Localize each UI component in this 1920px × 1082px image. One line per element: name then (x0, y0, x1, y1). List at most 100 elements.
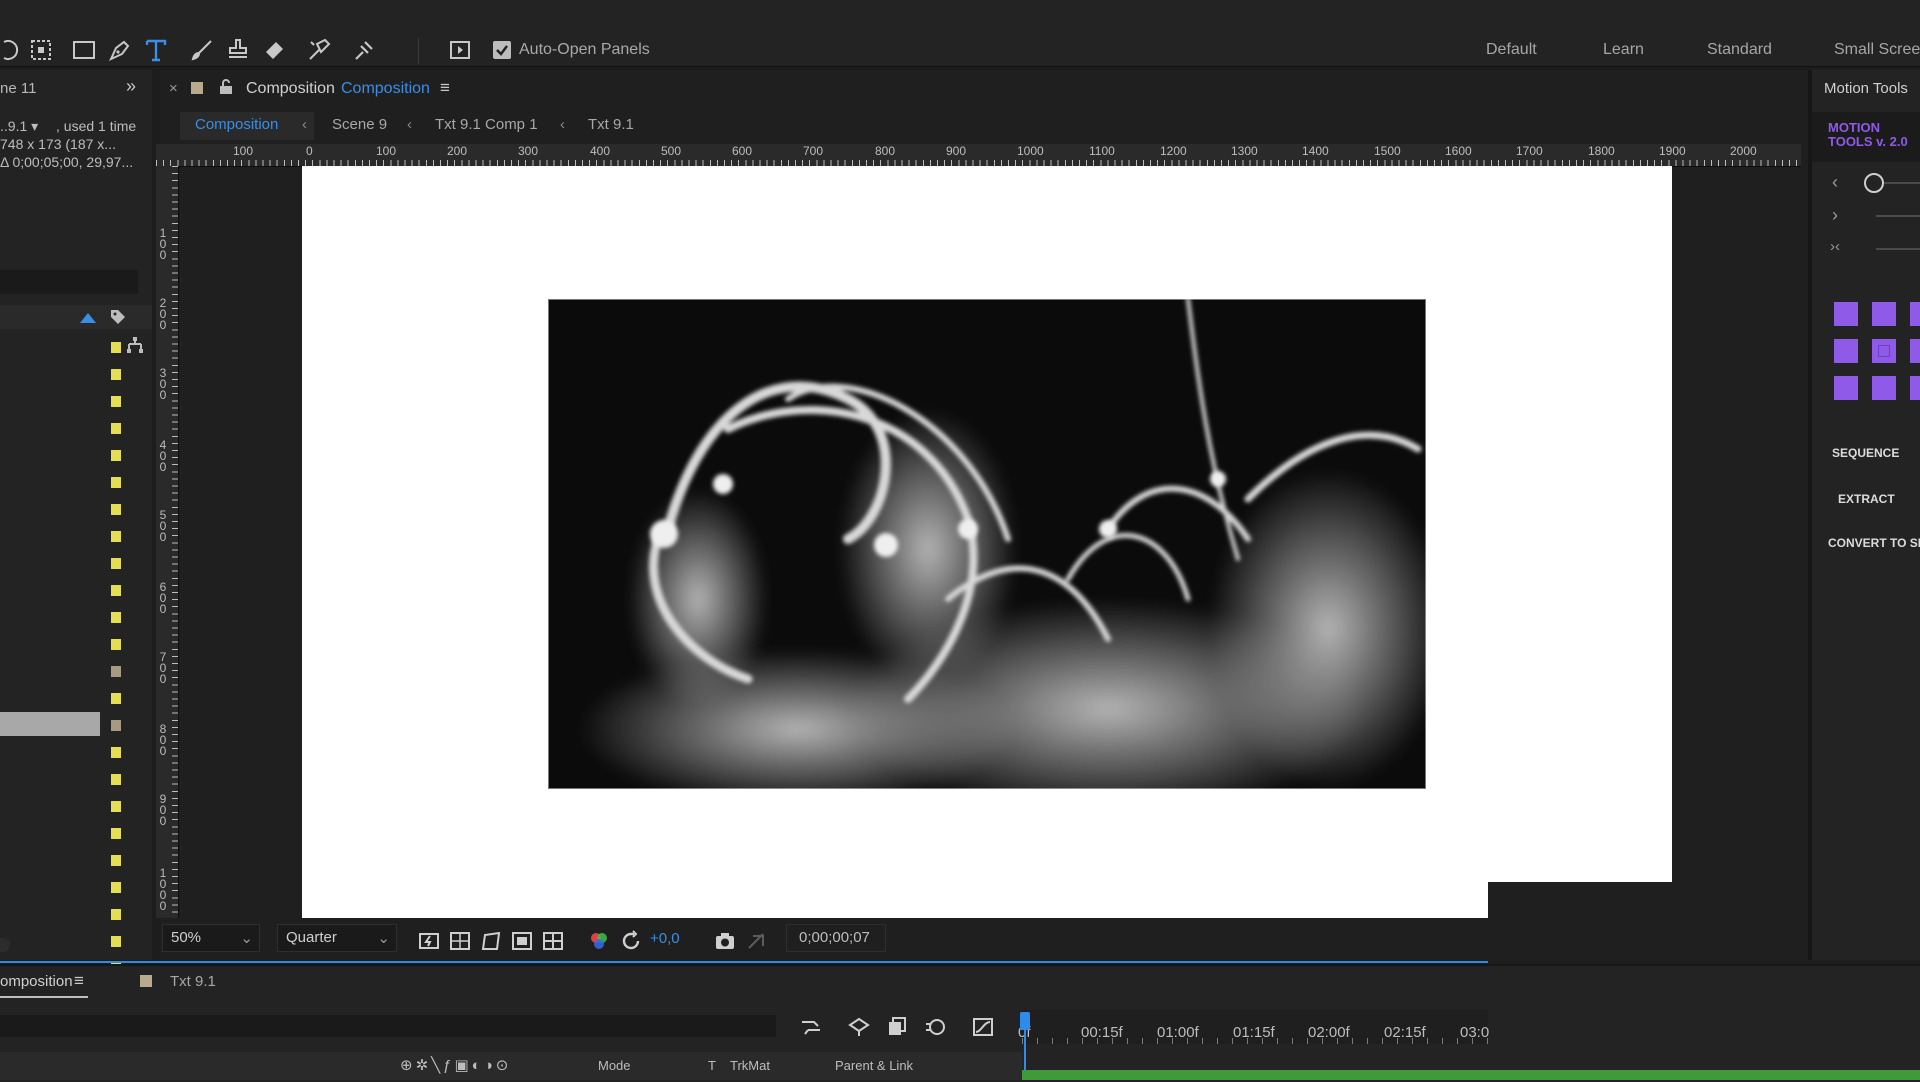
label-color-swatch[interactable] (111, 423, 121, 434)
roto-brush-icon[interactable] (305, 36, 333, 64)
label-color-swatch[interactable] (111, 477, 121, 488)
anchor-top-right-button[interactable] (1910, 302, 1920, 326)
project-tab[interactable]: ne 11 (0, 80, 36, 97)
project-search-input[interactable] (0, 270, 138, 294)
anchor-middle-left-button[interactable] (1834, 339, 1858, 363)
comp-tab-name[interactable]: Composition (341, 80, 430, 98)
mask-visibility-icon[interactable] (480, 930, 502, 952)
show-snapshot-icon[interactable] (745, 930, 767, 952)
zoom-dropdown[interactable]: 50% ⌄ (162, 924, 260, 952)
graph-editor-icon[interactable] (972, 1016, 994, 1038)
ease-both-slider-track[interactable] (1876, 248, 1920, 250)
label-color-swatch[interactable] (111, 828, 121, 839)
label-color-swatch[interactable] (111, 720, 121, 731)
layer-tab[interactable]: Txt 9.1 (170, 973, 216, 990)
fast-preview-icon[interactable] (418, 930, 440, 952)
label-color-swatch[interactable] (111, 396, 121, 407)
anchor-bottom-left-button[interactable] (1834, 376, 1858, 400)
sort-arrow-icon[interactable] (80, 313, 96, 323)
breadcrumb-composition[interactable]: Composition (195, 116, 278, 133)
panel-menu-icon[interactable]: ≡ (74, 971, 84, 991)
project-selected-row[interactable] (0, 712, 100, 736)
label-color-swatch[interactable] (111, 504, 121, 515)
smoke-footage-layer[interactable] (548, 299, 1426, 789)
label-color-swatch[interactable] (111, 882, 121, 893)
ease-slider-handle[interactable] (1864, 173, 1884, 193)
label-tag-icon[interactable] (110, 309, 126, 325)
comp-tab-prefix[interactable]: Composition (246, 80, 335, 98)
extract-button[interactable]: EXTRACT (1838, 492, 1920, 506)
label-color-swatch[interactable] (111, 801, 121, 812)
label-color-swatch[interactable] (111, 342, 121, 353)
region-of-interest-icon[interactable] (511, 930, 533, 952)
workspace-standard[interactable]: Standard (1707, 41, 1772, 59)
label-color-swatch[interactable] (111, 693, 121, 704)
label-color-swatch[interactable] (111, 774, 121, 785)
anchor-top-center-button[interactable] (1872, 302, 1896, 326)
current-time-display[interactable]: 0;00;00;07 (786, 924, 886, 952)
ease-out-slider-track[interactable] (1876, 215, 1920, 217)
anchor-bottom-right-button[interactable] (1910, 376, 1920, 400)
motion-blur-icon[interactable] (924, 1016, 946, 1038)
ease-both-icon[interactable]: ›‹ (1830, 238, 1840, 255)
snapshot-camera-icon[interactable] (714, 930, 736, 952)
label-color-swatch[interactable] (111, 936, 121, 947)
workspace-small-screen[interactable]: Small Scree (1834, 41, 1920, 59)
eraser-icon[interactable] (260, 36, 288, 64)
brush-icon[interactable] (188, 36, 216, 64)
anchor-top-left-button[interactable] (1834, 302, 1858, 326)
breadcrumb-txt-comp[interactable]: Txt 9.1 Comp 1 (435, 116, 538, 133)
lock-icon[interactable] (219, 79, 233, 95)
region-icon[interactable] (27, 36, 55, 64)
draft-3d-icon[interactable] (848, 1016, 870, 1038)
panel-toggle-icon[interactable] (446, 36, 474, 64)
label-color-swatch[interactable] (111, 450, 121, 461)
label-color-swatch[interactable] (111, 612, 121, 623)
horizontal-ruler[interactable] (156, 144, 1801, 167)
pen-icon[interactable] (106, 36, 134, 64)
puppet-pin-icon[interactable] (350, 36, 378, 64)
anchor-center-button[interactable] (1872, 339, 1896, 363)
sequence-button[interactable]: SEQUENCE (1832, 446, 1920, 460)
ease-out-icon[interactable]: › (1832, 205, 1838, 226)
text-icon[interactable] (142, 36, 170, 64)
breadcrumb-scene-9[interactable]: Scene 9 (332, 116, 387, 133)
timeline-search-input[interactable] (0, 1015, 776, 1037)
workspace-learn[interactable]: Learn (1603, 41, 1644, 59)
rectangle-icon[interactable] (70, 36, 98, 64)
ease-slider-track[interactable] (1884, 182, 1920, 184)
exposure-value[interactable]: +0,0 (650, 930, 680, 947)
auto-open-checkbox[interactable] (493, 41, 511, 59)
switches-icons[interactable]: ⊕✲╲ƒ▣◐◑⊙ (400, 1056, 511, 1074)
label-color-swatch[interactable] (111, 855, 121, 866)
project-scrollbar[interactable] (0, 938, 10, 952)
anchor-middle-right-button[interactable] (1910, 339, 1920, 363)
selection-ellipse-icon[interactable] (0, 36, 28, 64)
label-color-swatch[interactable] (111, 531, 121, 542)
frame-blending-icon[interactable] (886, 1016, 908, 1038)
label-color-swatch[interactable] (111, 369, 121, 380)
panel-menu-icon[interactable]: ≡ (440, 78, 450, 98)
anchor-bottom-center-button[interactable] (1872, 376, 1896, 400)
comp-label-swatch[interactable] (191, 82, 203, 94)
label-color-swatch[interactable] (111, 558, 121, 569)
clone-stamp-icon[interactable] (224, 36, 252, 64)
close-tab-icon[interactable]: × (169, 80, 178, 97)
workspace-default[interactable]: Default (1486, 41, 1537, 59)
ease-in-icon[interactable]: ‹ (1832, 172, 1838, 193)
panel-overflow-icon[interactable]: » (126, 76, 136, 97)
color-channel-icon[interactable] (588, 930, 610, 952)
timeline-tab[interactable]: omposition (0, 973, 73, 990)
reset-exposure-icon[interactable] (620, 930, 642, 952)
label-color-swatch[interactable] (111, 666, 121, 677)
resolution-dropdown[interactable]: Quarter ⌄ (277, 924, 397, 952)
work-area-bar[interactable] (1022, 1070, 1920, 1080)
convert-to-shape-button[interactable]: CONVERT TO SH (1828, 536, 1920, 550)
grid-guides-icon[interactable] (542, 930, 564, 952)
breadcrumb-txt[interactable]: Txt 9.1 (588, 116, 634, 133)
composition-flowchart-icon[interactable] (800, 1016, 822, 1038)
transparency-grid-icon[interactable] (449, 930, 471, 952)
label-color-swatch[interactable] (111, 585, 121, 596)
flowchart-icon[interactable] (126, 336, 144, 354)
motion-tools-tab[interactable]: Motion Tools (1824, 80, 1908, 97)
